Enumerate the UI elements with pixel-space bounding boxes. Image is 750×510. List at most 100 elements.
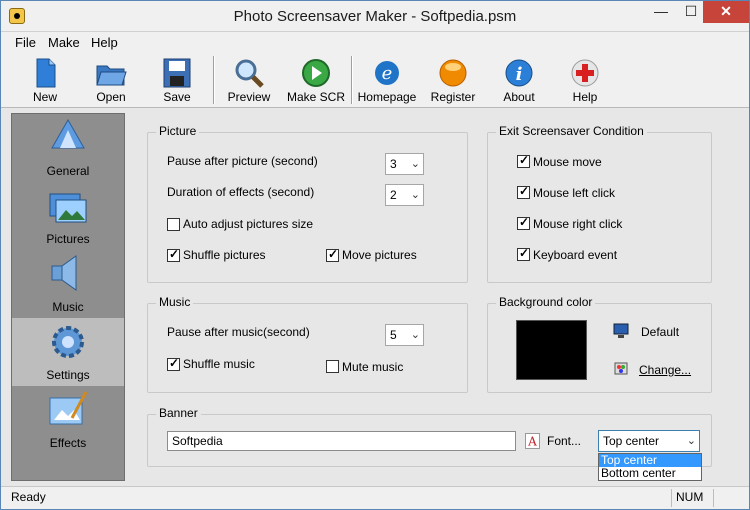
mouse-right-click-label: Mouse right click	[533, 217, 623, 231]
music-group: Music	[147, 295, 468, 393]
sidebar-label-settings: Settings	[46, 368, 90, 382]
about-button[interactable]: i About	[487, 56, 551, 106]
change-color-button[interactable]: Change...	[639, 363, 691, 377]
toolbar-separator	[351, 56, 353, 104]
svg-text:A: A	[527, 435, 537, 449]
move-pictures-checkbox[interactable]	[326, 247, 339, 262]
status-bar: Ready NUM	[1, 486, 749, 509]
font-button[interactable]: Font...	[547, 434, 581, 448]
palette-icon	[614, 362, 628, 375]
shuffle-pictures-checkbox[interactable]	[167, 247, 180, 262]
background-group-title: Background color	[496, 295, 596, 309]
mouse-move-label: Mouse move	[533, 155, 602, 169]
mute-music-label: Mute music	[342, 360, 404, 374]
banner-group-title: Banner	[156, 406, 201, 420]
music-group-title: Music	[156, 295, 194, 309]
settings-panel: Picture Pause after picture (second) 3 ⌄…	[129, 113, 741, 481]
banner-text-value: Softpedia	[172, 434, 223, 448]
svg-text:e: e	[382, 63, 393, 84]
preview-button[interactable]: Preview	[217, 56, 281, 106]
pause-picture-label: Pause after picture (second)	[167, 154, 318, 168]
status-text: Ready	[11, 490, 46, 504]
sidebar-label-pictures: Pictures	[46, 232, 90, 246]
duration-effects-value: 2	[390, 188, 397, 202]
duration-effects-label: Duration of effects (second)	[167, 185, 315, 199]
duration-effects-select[interactable]: 2 ⌄	[385, 184, 424, 206]
sidebar-label-music: Music	[52, 300, 84, 314]
chevron-down-icon: ⌄	[410, 189, 420, 201]
num-lock-indicator: NUM	[671, 489, 711, 507]
shuffle-music-checkbox[interactable]	[167, 356, 180, 371]
chevron-down-icon: ⌄	[410, 158, 420, 170]
homepage-label: Homepage	[357, 90, 417, 104]
banner-text-input[interactable]: Softpedia	[167, 431, 516, 451]
menu-make[interactable]: Make	[48, 35, 80, 50]
window-title: Photo Screensaver Maker - Softpedia.psm	[233, 8, 517, 25]
pause-music-select[interactable]: 5 ⌄	[385, 324, 424, 346]
close-button[interactable]: ✕	[703, 1, 749, 23]
mouse-move-checkbox[interactable]	[517, 153, 530, 168]
new-label: New	[32, 90, 57, 104]
shuffle-music-label: Shuffle music	[183, 357, 255, 371]
menu-bar: File Make Help	[1, 32, 749, 52]
make-scr-button[interactable]: Make SCR	[284, 56, 348, 106]
toolbar: New Open Save Preview Make SCR e Homepag…	[1, 52, 749, 108]
sidebar-item-music[interactable]: Music	[12, 250, 124, 318]
sidebar-label-general: General	[46, 164, 90, 178]
homepage-button[interactable]: e Homepage	[355, 56, 419, 106]
chevron-down-icon: ⌄	[686, 435, 696, 447]
toolbar-separator	[213, 56, 215, 104]
orange-orb-icon	[439, 59, 467, 87]
menu-file[interactable]: File	[15, 35, 36, 50]
banner-position-select[interactable]: Top center ⌄	[598, 430, 700, 452]
menu-help[interactable]: Help	[91, 35, 118, 50]
open-label: Open	[96, 90, 126, 104]
internet-explorer-icon: e	[375, 61, 399, 85]
shuffle-pictures-label: Shuffle pictures	[183, 248, 266, 262]
sidebar-label-effects: Effects	[49, 436, 87, 450]
music-speaker-icon	[51, 255, 77, 291]
general-icon	[51, 118, 85, 149]
sidebar-item-pictures[interactable]: Pictures	[12, 182, 124, 250]
save-button[interactable]: Save	[145, 56, 209, 106]
dropdown-option-bottom-center[interactable]: Bottom center	[599, 467, 701, 480]
open-button[interactable]: Open	[79, 56, 143, 106]
mute-music-checkbox[interactable]	[326, 360, 339, 373]
sidebar-item-settings[interactable]: Settings	[12, 318, 124, 386]
about-label: About	[503, 90, 535, 104]
picture-group-title: Picture	[156, 124, 200, 138]
exit-group-title: Exit Screensaver Condition	[496, 124, 647, 138]
make-scr-label: Make SCR	[286, 90, 345, 104]
magnifier-icon	[235, 59, 264, 88]
save-label: Save	[163, 90, 191, 104]
settings-gear-icon	[52, 326, 84, 358]
mouse-left-click-checkbox[interactable]	[517, 184, 530, 199]
font-icon: A	[525, 433, 540, 449]
register-label: Register	[430, 90, 476, 104]
banner-position-dropdown-list: Top center Bottom center	[598, 453, 702, 481]
background-color-swatch[interactable]	[516, 320, 587, 380]
default-color-button[interactable]: Default	[641, 325, 679, 339]
chevron-down-icon: ⌄	[410, 329, 420, 341]
minimize-button[interactable]: —	[646, 1, 676, 23]
help-button[interactable]: Help	[553, 56, 617, 106]
save-disk-icon	[163, 58, 191, 88]
app-window: Photo Screensaver Maker - Softpedia.psm …	[0, 0, 750, 510]
register-button[interactable]: Register	[421, 56, 485, 106]
sidebar-item-effects[interactable]: Effects	[12, 386, 124, 454]
sidebar: General Pictures Music Settings Effects	[11, 113, 125, 481]
keyboard-event-label: Keyboard event	[533, 248, 618, 262]
svg-text:i: i	[516, 64, 523, 85]
mouse-right-click-checkbox[interactable]	[517, 215, 530, 230]
pause-picture-select[interactable]: 3 ⌄	[385, 153, 424, 175]
mouse-left-click-label: Mouse left click	[533, 186, 616, 200]
help-cross-icon	[571, 59, 599, 87]
new-button[interactable]: New	[13, 56, 77, 106]
sidebar-item-general[interactable]: General	[12, 114, 124, 182]
pause-music-value: 5	[390, 328, 397, 342]
auto-adjust-checkbox[interactable]	[167, 218, 180, 231]
move-pictures-label: Move pictures	[342, 248, 417, 262]
maximize-button[interactable]: ☐	[676, 1, 706, 23]
keyboard-event-checkbox[interactable]	[517, 246, 530, 261]
title-bar[interactable]: Photo Screensaver Maker - Softpedia.psm …	[1, 1, 749, 32]
